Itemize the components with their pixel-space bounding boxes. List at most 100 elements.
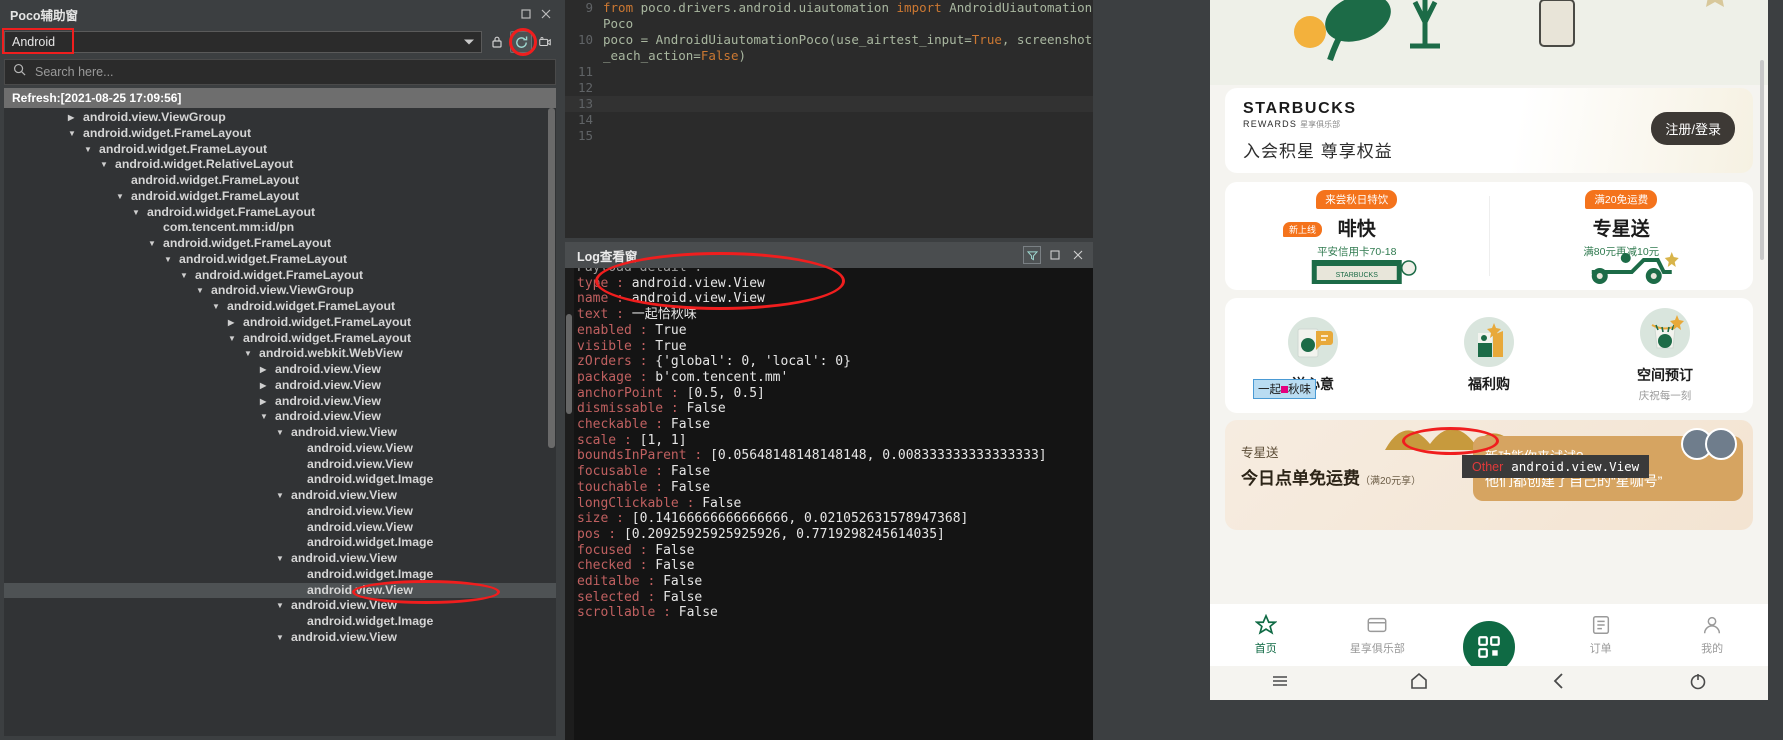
refresh-icon[interactable] xyxy=(510,31,532,53)
tree-node[interactable]: ▶android.view.View xyxy=(4,378,556,394)
tree-node[interactable]: ▶android.view.View xyxy=(4,520,556,536)
log-scrollbar[interactable] xyxy=(565,268,574,740)
code-line[interactable]: 14 xyxy=(565,112,1093,128)
chevron-down-icon[interactable]: ▼ xyxy=(228,331,238,347)
chevron-down-icon[interactable]: ▼ xyxy=(84,142,94,158)
tree-node[interactable]: ▼android.widget.FrameLayout xyxy=(4,331,556,347)
filter-icon[interactable] xyxy=(1023,246,1041,264)
screenshot-icon[interactable] xyxy=(534,31,556,53)
device-select[interactable]: Android xyxy=(4,31,482,53)
chevron-down-icon[interactable]: ▼ xyxy=(276,488,286,504)
tree-node[interactable]: ▼android.widget.FrameLayout xyxy=(4,268,556,284)
code-line[interactable]: 10poco = AndroidUiautomationPoco(use_air… xyxy=(565,32,1093,64)
ui-hierarchy-tree[interactable]: ▶android.view.ViewGroup▼android.widget.F… xyxy=(4,108,556,736)
chevron-down-icon[interactable]: ▼ xyxy=(116,189,126,205)
tree-node[interactable]: ▶android.widget.Image xyxy=(4,614,556,630)
tree-node[interactable]: ▶android.view.View xyxy=(4,441,556,457)
tree-node[interactable]: ▼android.widget.FrameLayout xyxy=(4,252,556,268)
tree-node[interactable]: ▼ android.widget.FrameLayout xyxy=(4,142,556,158)
maximize-icon[interactable] xyxy=(518,6,534,22)
log-scrollbar-thumb[interactable] xyxy=(566,314,572,414)
chevron-right-icon[interactable]: ▶ xyxy=(68,110,78,126)
tree-node[interactable]: ▼android.widget.FrameLayout xyxy=(4,189,556,205)
chevron-down-icon[interactable]: ▼ xyxy=(196,283,206,299)
home-icon[interactable] xyxy=(1409,671,1429,696)
chevron-down-icon[interactable]: ▼ xyxy=(132,205,142,221)
service-item-1[interactable]: 福利购 xyxy=(1414,317,1564,394)
back-icon[interactable] xyxy=(1549,671,1569,696)
log-output[interactable]: Payload detail : type : android.view.Vie… xyxy=(565,268,1093,740)
tree-node[interactable]: ▼android.view.View xyxy=(4,425,556,441)
tree-node[interactable]: ▶android.widget.Image xyxy=(4,567,556,583)
login-button[interactable]: 注册/登录 xyxy=(1651,112,1735,145)
chevron-down-icon[interactable]: ▼ xyxy=(100,157,110,173)
chevron-down-icon[interactable]: ▼ xyxy=(260,409,270,425)
close-icon[interactable] xyxy=(538,6,554,22)
code-line[interactable]: 12 xyxy=(565,80,1093,96)
code-line[interactable]: 13 xyxy=(565,96,1093,112)
tree-node-label: android.widget.FrameLayout xyxy=(99,142,267,158)
editor-scrollbar[interactable] xyxy=(1093,0,1101,238)
tree-node[interactable]: ▼android.widget.FrameLayout xyxy=(4,236,556,252)
maximize-icon[interactable] xyxy=(1046,246,1064,264)
chevron-down-icon[interactable]: ▼ xyxy=(164,252,174,268)
tree-node[interactable]: ▼android.view.View xyxy=(4,598,556,614)
tree-node[interactable]: ▼android.view.View xyxy=(4,409,556,425)
tree-node[interactable]: ▼android.widget.FrameLayout xyxy=(4,205,556,221)
tab-home[interactable]: 首页 xyxy=(1210,614,1322,656)
tab-rewards[interactable]: 星享俱乐部 xyxy=(1322,614,1434,656)
service-item-0[interactable]: 送心意 一起秋味 xyxy=(1238,317,1388,394)
lock-icon[interactable] xyxy=(486,31,508,53)
tree-node[interactable]: ▶android.view.View xyxy=(4,457,556,473)
tree-node[interactable]: ▼android.widget.RelativeLayout xyxy=(4,157,556,173)
tree-node[interactable]: ▼android.webkit.WebView xyxy=(4,346,556,362)
chevron-down-icon[interactable]: ▼ xyxy=(212,299,222,315)
tree-node[interactable]: ▼android.widget.FrameLayout xyxy=(4,299,556,315)
code-line[interactable]: 11 xyxy=(565,64,1093,80)
tree-node[interactable]: ▶android.widget.FrameLayout xyxy=(4,173,556,189)
chevron-down-icon[interactable]: ▼ xyxy=(276,630,286,646)
power-icon[interactable] xyxy=(1688,671,1708,696)
tree-node[interactable]: ▼android.view.View xyxy=(4,551,556,567)
promo-item-1[interactable]: 满20免运费 专星送 满80元再减10元 xyxy=(1490,182,1754,290)
tree-node[interactable]: ▶android.view.View xyxy=(4,362,556,378)
tree-scrollbar[interactable] xyxy=(548,108,555,448)
menu-icon[interactable] xyxy=(1270,671,1290,696)
device-screen[interactable]: STARBUCKS REWARDS星享俱乐部 入会积星 尊享权益 注册/登录 来… xyxy=(1210,0,1768,700)
tree-node[interactable]: ▶android.widget.Image xyxy=(4,535,556,551)
chevron-down-icon[interactable]: ▼ xyxy=(276,425,286,441)
close-icon[interactable] xyxy=(1069,246,1087,264)
chevron-right-icon[interactable]: ▶ xyxy=(260,378,270,394)
chevron-right-icon[interactable]: ▶ xyxy=(260,394,270,410)
tree-node[interactable]: ▶android.view.View xyxy=(4,394,556,410)
search-input[interactable]: Search here... xyxy=(4,59,556,85)
tree-node[interactable]: ▶android.widget.Image xyxy=(4,472,556,488)
screen-scrollbar[interactable] xyxy=(1760,60,1764,260)
tree-node[interactable]: ▶android.view.ViewGroup xyxy=(4,110,556,126)
code-editor[interactable]: 9from poco.drivers.android.uiautomation … xyxy=(565,0,1093,238)
tree-node[interactable]: ▼android.view.View xyxy=(4,630,556,646)
rewards-card[interactable]: STARBUCKS REWARDS星享俱乐部 入会积星 尊享权益 注册/登录 xyxy=(1225,88,1753,173)
service-item-2[interactable]: 空间预订 庆祝每一刻 xyxy=(1590,308,1740,403)
tree-node[interactable]: ▼android.view.ViewGroup xyxy=(4,283,556,299)
promo-item-0[interactable]: 来尝秋日特饮 啡快 平安信用卡70-18 新上线 STARBUCKS xyxy=(1225,182,1489,290)
chevron-down-icon[interactable]: ▼ xyxy=(276,551,286,567)
chevron-right-icon[interactable]: ▶ xyxy=(228,315,238,331)
tab-profile[interactable]: 我的 xyxy=(1656,614,1768,656)
tree-node[interactable]: ▶com.tencent.mm:id/pn xyxy=(4,220,556,236)
tree-node[interactable]: ▶android.view.View xyxy=(4,583,556,599)
chevron-down-icon[interactable]: ▼ xyxy=(148,236,158,252)
chevron-down-icon[interactable]: ▼ xyxy=(276,598,286,614)
tree-node[interactable]: ▶android.widget.FrameLayout xyxy=(4,315,556,331)
selected-element-highlight[interactable]: 一起秋味 xyxy=(1253,379,1316,399)
chevron-down-icon[interactable]: ▼ xyxy=(180,268,190,284)
code-line[interactable]: 15 xyxy=(565,128,1093,144)
tab-orders[interactable]: 订单 xyxy=(1545,614,1657,656)
tree-node[interactable]: ▼android.view.View xyxy=(4,488,556,504)
chevron-down-icon[interactable]: ▼ xyxy=(244,346,254,362)
chevron-down-icon[interactable]: ▼ xyxy=(68,126,78,142)
tree-node[interactable]: ▶android.view.View xyxy=(4,504,556,520)
chevron-right-icon[interactable]: ▶ xyxy=(260,362,270,378)
tree-node[interactable]: ▼android.widget.FrameLayout xyxy=(4,126,556,142)
code-line[interactable]: 9from poco.drivers.android.uiautomation … xyxy=(565,0,1093,32)
